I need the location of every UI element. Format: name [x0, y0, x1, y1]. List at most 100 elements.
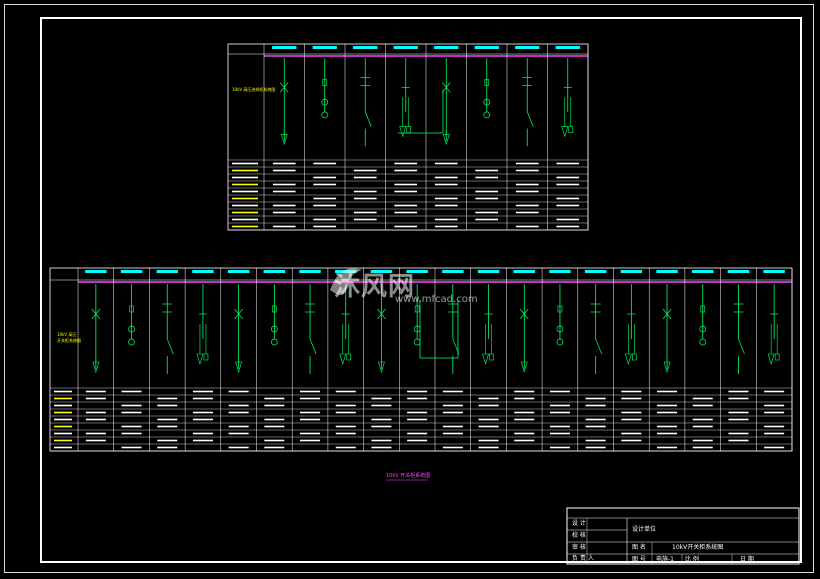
panel1-cell-mark — [353, 190, 377, 193]
panel1-cell-mark — [313, 218, 337, 221]
panel2-cell-mark — [442, 390, 463, 393]
panel2-cell-mark — [549, 432, 570, 435]
panel2-row-label-mark — [54, 432, 72, 435]
panel2-switch — [309, 338, 317, 355]
panel2-cell-mark — [335, 411, 356, 414]
panel1-cell-mark — [353, 169, 377, 172]
panel2-cell-mark — [692, 397, 713, 400]
panel1-cell-mark — [515, 162, 539, 165]
panel2-cell-mark — [264, 425, 285, 428]
panel1-cell-mark — [434, 218, 458, 221]
panel2-cell-mark — [514, 418, 535, 421]
panel2-switch — [166, 338, 174, 355]
panel2-header-mark — [584, 270, 607, 273]
panel2-cell-mark — [764, 432, 785, 435]
panel2-cell-mark — [514, 411, 535, 414]
panel2-arrow — [767, 353, 775, 366]
panel2-cell-mark — [157, 446, 178, 449]
panel2-cell-mark — [549, 404, 570, 407]
panel1-cell-mark — [353, 197, 377, 200]
panel2-cell-mark — [335, 446, 356, 449]
panel2-cell-mark — [728, 397, 749, 400]
panel2-row-label-mark — [54, 411, 72, 414]
panel2-cell-mark — [585, 418, 606, 421]
panel1-cell-mark — [556, 176, 580, 179]
tb-footer-4: 日 期 — [740, 556, 754, 563]
panel2-cell-mark — [478, 397, 499, 400]
panel2-header-mark — [192, 270, 214, 273]
panel2-header-mark — [656, 270, 678, 273]
tb-footer-3: 比 例 — [685, 556, 699, 563]
panel1-cell-mark — [475, 197, 499, 200]
panel1-row-label-mark — [232, 211, 258, 214]
tb-footer-1: 图 号 — [632, 556, 646, 563]
panel2-cell-mark — [621, 411, 642, 414]
panel2-cell-mark — [514, 397, 535, 400]
panel1-cell-mark — [475, 169, 499, 172]
tb-drawing-name: 10kV开关柜系统图 — [672, 544, 724, 551]
panel2-cell-mark — [264, 439, 285, 442]
panel1-cell-mark — [353, 218, 377, 221]
panel1-cell-mark — [394, 169, 418, 172]
panel2-cell-mark — [371, 404, 392, 407]
panel1-row-label-mark — [232, 176, 258, 179]
panel2-cell-mark — [85, 390, 106, 393]
panel2-header-mark — [85, 270, 107, 273]
panel2-cell-mark — [157, 404, 178, 407]
panel2-row-label-mark — [54, 390, 72, 393]
panel1-cell-mark — [313, 162, 337, 165]
panel2-cell-mark — [442, 411, 463, 414]
panel2-header-mark — [620, 270, 643, 273]
panel2-cell-mark — [85, 432, 106, 435]
panel2-cell-mark — [228, 432, 249, 435]
panel1-cell-mark — [515, 211, 539, 214]
panel2-cell-mark — [371, 397, 392, 400]
panel2-cell-mark — [621, 390, 642, 393]
panel2-cell-mark — [728, 390, 749, 393]
panel1-header-mark — [474, 46, 499, 49]
panel1-header-mark — [353, 46, 378, 49]
panel2-cell-mark — [621, 397, 642, 400]
panel2-cell-mark — [585, 425, 606, 428]
panel2-cell-mark — [228, 411, 249, 414]
panel2-cell-mark — [121, 390, 142, 393]
panel2-header-mark — [299, 270, 321, 273]
panel2-cell-mark — [514, 390, 535, 393]
panel2-cell-mark — [192, 432, 213, 435]
panel2-arrester — [632, 353, 637, 361]
panel2-header-mark — [513, 270, 535, 273]
panel1-row-label-mark — [232, 225, 258, 228]
panel2-cell-mark — [85, 397, 106, 400]
panel2-cell-mark — [121, 446, 142, 449]
panel2-transformer — [271, 338, 278, 346]
panel2-cell-mark — [442, 404, 463, 407]
panel2-cell-mark — [764, 411, 785, 414]
panel1-cell-mark — [515, 225, 539, 228]
panel2-cell-mark — [157, 418, 178, 421]
panel1-cell-mark — [353, 176, 377, 179]
panel1-transformer — [483, 111, 491, 119]
panel1-cell-mark — [394, 190, 418, 193]
panel2-cell-mark — [300, 411, 321, 414]
panel1-row-label-mark — [232, 162, 258, 165]
panel1-cell-mark — [272, 190, 296, 193]
panel2-arrow — [196, 353, 204, 366]
panel1-switch — [526, 111, 534, 127]
panel2-cell-mark — [264, 404, 285, 407]
panel2-header-mark — [549, 270, 571, 273]
panel2-cell-mark — [264, 397, 285, 400]
panel1-header-mark — [434, 46, 459, 49]
panel2-header-mark — [763, 270, 785, 273]
tb-name-label: 图 名 — [632, 544, 646, 551]
panel2-cell-mark — [300, 432, 321, 435]
panel2-cell-mark — [478, 404, 499, 407]
panel1-header-mark — [393, 46, 418, 49]
panel2-cell-mark — [657, 432, 678, 435]
panel1-arrow — [399, 126, 407, 138]
panel1-cell-mark — [515, 204, 539, 207]
panel1-row-label-mark — [232, 218, 258, 221]
panel2-row-label-mark — [54, 425, 72, 428]
panel2-header-mark — [156, 270, 178, 273]
panel2-header-mark — [227, 270, 250, 273]
panel2-cell-mark — [335, 432, 356, 435]
